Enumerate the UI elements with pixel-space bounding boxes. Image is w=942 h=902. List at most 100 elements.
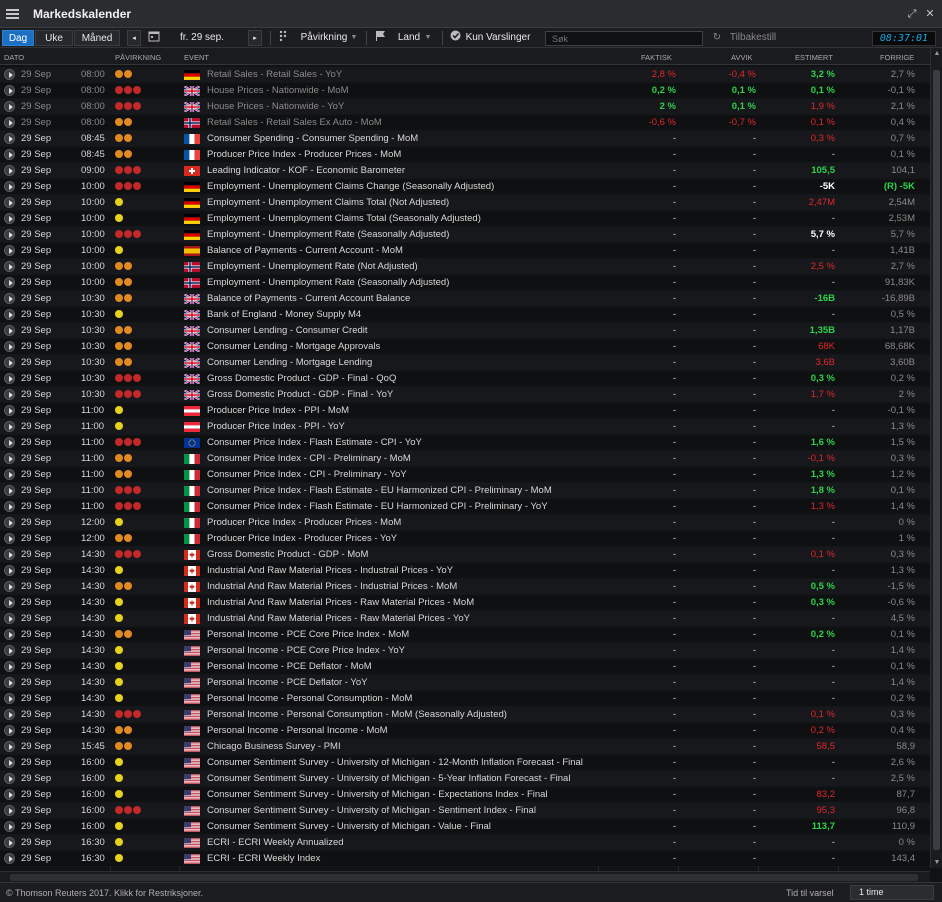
table-row[interactable]: 29 Sep 14:30 Personal Income - PCE Core Pr… <box>0 643 930 659</box>
play-icon[interactable] <box>4 757 15 768</box>
play-icon[interactable] <box>4 533 15 544</box>
table-row[interactable]: 29 Sep 10:30 Balance of Payments - Current… <box>0 291 930 307</box>
table-row[interactable]: 29 Sep 10:00 Employment - Unemployment Cla… <box>0 179 930 195</box>
table-row[interactable]: 29 Sep 10:00 Employment - Unemployment Rat… <box>0 227 930 243</box>
table-row[interactable]: 29 Sep 14:30 Personal Income - PCE Core Pr… <box>0 627 930 643</box>
table-row[interactable]: 29 Sep 11:00 Producer Price Index - PPI - … <box>0 419 930 435</box>
col-estimate[interactable]: ESTIMERT <box>795 53 833 62</box>
chevron-down-icon[interactable]: ▼ <box>349 30 359 46</box>
play-icon[interactable] <box>4 293 15 304</box>
play-icon[interactable] <box>4 613 15 624</box>
prev-date-button[interactable]: ◂ <box>127 30 141 46</box>
table-row[interactable]: 29 Sep 09:00 Leading Indicator - KOF - Eco… <box>0 163 930 179</box>
play-icon[interactable] <box>4 85 15 96</box>
play-icon[interactable] <box>4 805 15 816</box>
table-row[interactable]: 29 Sep 14:30 Industrial And Raw Material P… <box>0 611 930 627</box>
tab-day[interactable]: Dag <box>2 30 34 46</box>
table-row[interactable]: 29 Sep 14:30 Industrial And Raw Material P… <box>0 595 930 611</box>
table-row[interactable]: 29 Sep 10:30 Consumer Lending - Consumer C… <box>0 323 930 339</box>
play-icon[interactable] <box>4 677 15 688</box>
play-icon[interactable] <box>4 485 15 496</box>
table-row[interactable]: 29 Sep 14:30 Personal Income - PCE Deflato… <box>0 675 930 691</box>
table-row[interactable]: 29 Sep 14:30 Personal Income - PCE Deflato… <box>0 659 930 675</box>
play-icon[interactable] <box>4 149 15 160</box>
play-icon[interactable] <box>4 693 15 704</box>
play-icon[interactable] <box>4 565 15 576</box>
table-row[interactable]: 29 Sep 10:00 Employment - Unemployment Rat… <box>0 259 930 275</box>
table-row[interactable]: 29 Sep 14:30 Personal Income - Personal Co… <box>0 707 930 723</box>
play-icon[interactable] <box>4 165 15 176</box>
play-icon[interactable] <box>4 229 15 240</box>
play-icon[interactable] <box>4 837 15 848</box>
impact-filter[interactable]: Påvirkning <box>296 30 352 46</box>
col-impact[interactable]: PÅVIRKNING <box>115 53 161 62</box>
reset-button[interactable]: Tilbakestill <box>728 30 778 46</box>
play-icon[interactable] <box>4 197 15 208</box>
play-icon[interactable] <box>4 277 15 288</box>
play-icon[interactable] <box>4 773 15 784</box>
play-icon[interactable] <box>4 117 15 128</box>
search-input[interactable] <box>545 31 703 46</box>
play-icon[interactable] <box>4 245 15 256</box>
table-row[interactable]: 29 Sep 14:30 Personal Income - Personal In… <box>0 723 930 739</box>
table-row[interactable]: 29 Sep 08:00 Retail Sales - Retail Sales E… <box>0 115 930 131</box>
expand-icon[interactable]: ⤢ <box>904 6 920 22</box>
col-actual[interactable]: FAKTISK <box>641 53 672 62</box>
table-row[interactable]: 29 Sep 08:45 Consumer Spending - Consumer … <box>0 131 930 147</box>
table-row[interactable]: 29 Sep 11:00 Consumer Price Index - CPI - … <box>0 451 930 467</box>
play-icon[interactable] <box>4 453 15 464</box>
table-row[interactable]: 29 Sep 10:00 Employment - Unemployment Rat… <box>0 275 930 291</box>
play-icon[interactable] <box>4 549 15 560</box>
table-row[interactable]: 29 Sep 14:30 Gross Domestic Product - GDP … <box>0 547 930 563</box>
table-row[interactable]: 29 Sep 10:30 Gross Domestic Product - GDP … <box>0 371 930 387</box>
tab-month[interactable]: Måned <box>74 30 120 46</box>
table-row[interactable]: 29 Sep 16:00 Consumer Sentiment Survey - U… <box>0 803 930 819</box>
play-icon[interactable] <box>4 213 15 224</box>
table-row[interactable]: 29 Sep 10:30 Consumer Lending - Mortgage A… <box>0 339 930 355</box>
play-icon[interactable] <box>4 325 15 336</box>
table-row[interactable]: 29 Sep 10:00 Balance of Payments - Current… <box>0 243 930 259</box>
play-icon[interactable] <box>4 101 15 112</box>
close-icon[interactable]: ✕ <box>922 6 938 22</box>
play-icon[interactable] <box>4 341 15 352</box>
table-row[interactable]: 29 Sep 16:30 ECRI - ECRI Weekly Index - - - 14… <box>0 851 930 867</box>
col-deviation[interactable]: AVVIK <box>731 53 753 62</box>
play-icon[interactable] <box>4 469 15 480</box>
play-icon[interactable] <box>4 405 15 416</box>
table-row[interactable]: 29 Sep 16:00 Consumer Sentiment Survey - U… <box>0 755 930 771</box>
play-icon[interactable] <box>4 741 15 752</box>
horizontal-scroll-thumb[interactable] <box>10 874 918 881</box>
calendar-icon[interactable] <box>146 30 162 46</box>
play-icon[interactable] <box>4 501 15 512</box>
play-icon[interactable] <box>4 437 15 448</box>
play-icon[interactable] <box>4 69 15 80</box>
chevron-down-icon[interactable]: ▼ <box>423 30 433 46</box>
table-row[interactable]: 29 Sep 11:00 Consumer Price Index - Flash … <box>0 435 930 451</box>
play-icon[interactable] <box>4 709 15 720</box>
play-icon[interactable] <box>4 581 15 592</box>
table-row[interactable]: 29 Sep 11:00 Consumer Price Index - Flash … <box>0 499 930 515</box>
table-row[interactable]: 29 Sep 12:00 Producer Price Index - Produc… <box>0 515 930 531</box>
col-date[interactable]: DATO <box>4 53 24 62</box>
tab-week[interactable]: Uke <box>35 30 73 46</box>
alerts-only-toggle[interactable]: Kun Varslinger <box>464 30 532 46</box>
play-icon[interactable] <box>4 373 15 384</box>
country-filter[interactable]: Land <box>394 30 424 46</box>
play-icon[interactable] <box>4 309 15 320</box>
play-icon[interactable] <box>4 661 15 672</box>
play-icon[interactable] <box>4 789 15 800</box>
table-row[interactable]: 29 Sep 10:00 Employment - Unemployment Cla… <box>0 195 930 211</box>
table-row[interactable]: 29 Sep 08:45 Producer Price Index - Produc… <box>0 147 930 163</box>
table-row[interactable]: 29 Sep 14:30 Personal Income - Personal Co… <box>0 691 930 707</box>
scroll-thumb[interactable] <box>933 70 940 850</box>
vertical-scrollbar[interactable]: ▲ ▼ <box>930 48 942 868</box>
table-row[interactable]: 29 Sep 11:00 Consumer Price Index - CPI - … <box>0 467 930 483</box>
play-icon[interactable] <box>4 421 15 432</box>
table-row[interactable]: 29 Sep 10:30 Bank of England - Money Suppl… <box>0 307 930 323</box>
table-row[interactable]: 29 Sep 08:00 Retail Sales - Retail Sales -… <box>0 67 930 83</box>
play-icon[interactable] <box>4 181 15 192</box>
table-row[interactable]: 29 Sep 08:00 House Prices - Nationwide - Y… <box>0 99 930 115</box>
play-icon[interactable] <box>4 725 15 736</box>
table-row[interactable]: 29 Sep 11:00 Producer Price Index - PPI - … <box>0 403 930 419</box>
play-icon[interactable] <box>4 821 15 832</box>
